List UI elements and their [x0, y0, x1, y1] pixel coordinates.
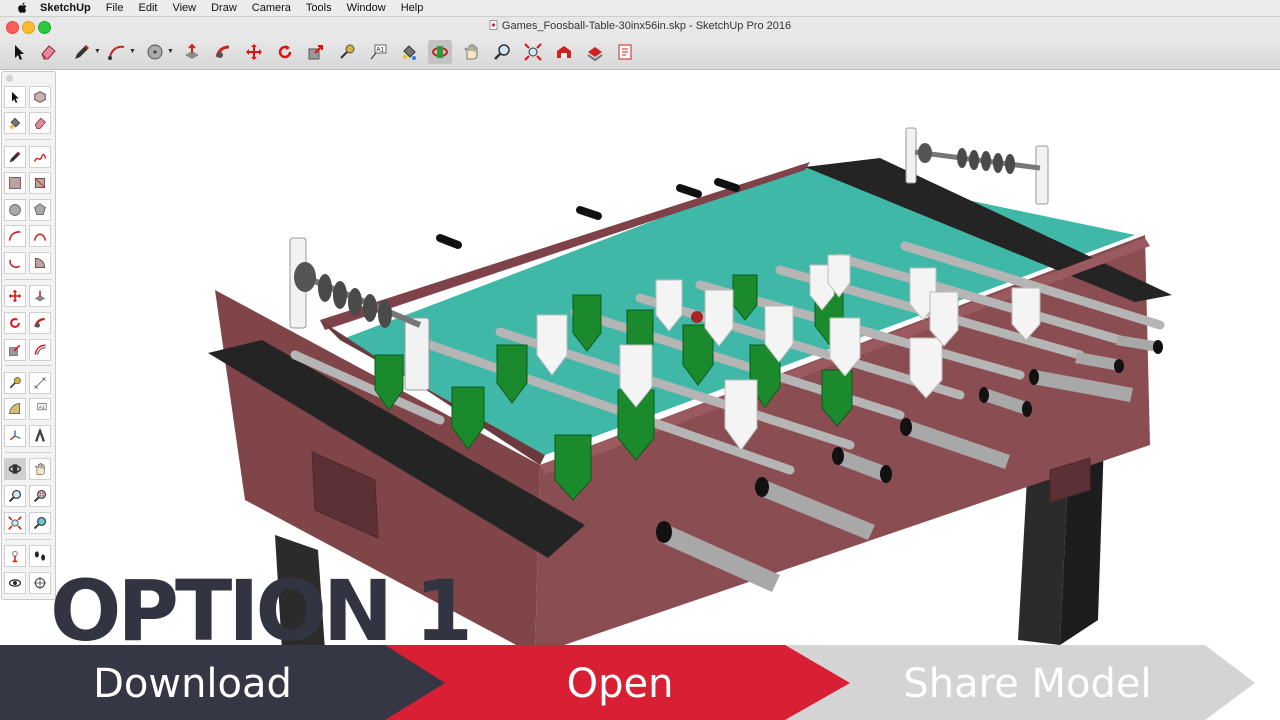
document-title: Games_Foosball-Table-30inx56in.skp - Ske…: [0, 20, 1280, 32]
step-download-label[interactable]: Download: [0, 654, 385, 714]
zoom-extents-icon[interactable]: [521, 40, 545, 64]
orbit-icon[interactable]: [428, 40, 452, 64]
menu-help[interactable]: Help: [401, 2, 424, 14]
eraser-icon[interactable]: [36, 40, 60, 64]
option-title: OPTION 1: [50, 562, 473, 660]
step-share-model-label[interactable]: Share Model: [840, 654, 1215, 714]
pan-icon[interactable]: [459, 40, 483, 64]
push-pull-icon[interactable]: [180, 40, 204, 64]
arc-dropdown-icon[interactable]: ▼: [129, 48, 136, 55]
menu-camera[interactable]: Camera: [252, 2, 291, 14]
circle-icon[interactable]: [143, 40, 167, 64]
paint-bucket-icon[interactable]: [397, 40, 421, 64]
apple-menu-icon[interactable]: [16, 2, 30, 14]
step-open-label[interactable]: Open: [430, 654, 810, 714]
svg-text:A1: A1: [377, 48, 385, 54]
menu-app-name[interactable]: SketchUp: [40, 2, 91, 14]
follow-me-icon[interactable]: [211, 40, 235, 64]
menu-window[interactable]: Window: [347, 2, 386, 14]
tape-measure-icon[interactable]: [335, 40, 359, 64]
pencil-dropdown-icon[interactable]: ▼: [94, 48, 101, 55]
menu-view[interactable]: View: [172, 2, 196, 14]
document-icon: [489, 20, 498, 30]
mac-menu-bar: SketchUp File Edit View Draw Camera Tool…: [0, 0, 1280, 17]
layout-icon[interactable]: [614, 40, 638, 64]
3d-warehouse-icon[interactable]: [552, 40, 576, 64]
scale-icon[interactable]: [304, 40, 328, 64]
main-toolbar: ▼ ▼ ▼ A1: [0, 36, 1280, 70]
menu-tools[interactable]: Tools: [306, 2, 332, 14]
move-icon[interactable]: [242, 40, 266, 64]
rotate-icon[interactable]: [273, 40, 297, 64]
menu-draw[interactable]: Draw: [211, 2, 237, 14]
text-icon[interactable]: A1: [366, 40, 390, 64]
arc-icon[interactable]: [105, 40, 129, 64]
zoom-icon[interactable]: [490, 40, 514, 64]
menu-file[interactable]: File: [106, 2, 124, 14]
menu-edit[interactable]: Edit: [138, 2, 157, 14]
extension-warehouse-icon[interactable]: [583, 40, 607, 64]
document-title-text: Games_Foosball-Table-30inx56in.skp - Ske…: [501, 20, 792, 32]
foosball-ball: [691, 311, 703, 323]
select-icon[interactable]: [7, 40, 31, 64]
pencil-icon[interactable]: [70, 40, 94, 64]
circle-dropdown-icon[interactable]: ▼: [167, 48, 174, 55]
window-title-bar: Games_Foosball-Table-30inx56in.skp - Ske…: [0, 17, 1280, 36]
